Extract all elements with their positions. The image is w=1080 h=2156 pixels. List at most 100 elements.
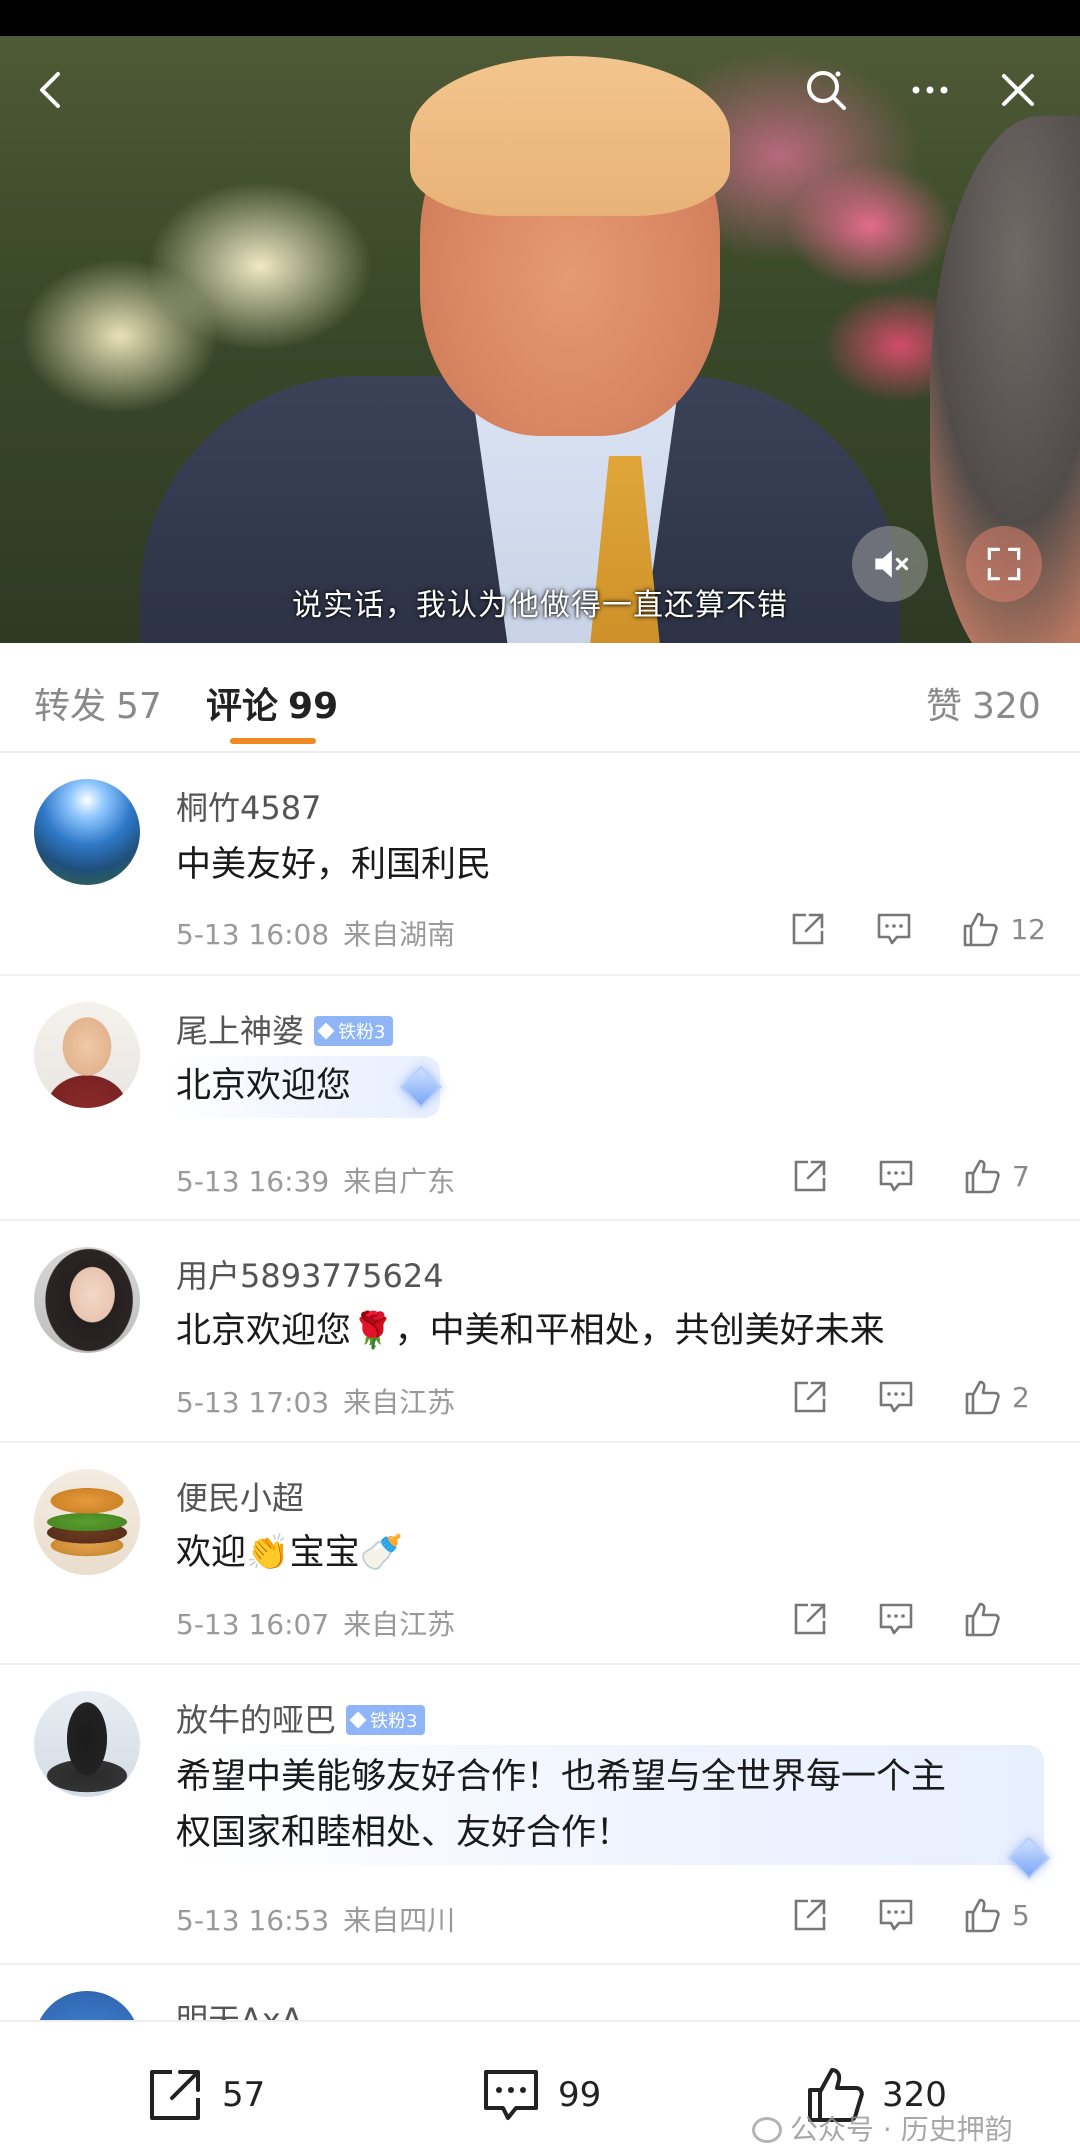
video-subtitle: 说实话，我认为他做得一直还算不错 <box>292 588 788 623</box>
tab-comments-label: 评论 <box>206 686 279 727</box>
watermark-text: 公众号 · 历史押韵 <box>790 2113 1013 2146</box>
reply-button[interactable] <box>876 1895 916 1935</box>
avatar[interactable] <box>34 779 140 885</box>
comment-username[interactable]: 用户5893775624 <box>176 1251 444 1297</box>
comment-icon <box>879 1603 913 1635</box>
comment-username[interactable]: 放牛的哑巴 铁粉3 <box>176 1695 426 1741</box>
active-tab-indicator <box>230 738 316 744</box>
reply-button[interactable] <box>876 1377 916 1417</box>
back-icon <box>40 72 60 108</box>
repost-count: 57 <box>222 2075 266 2115</box>
comment-meta: 5-13 16:39 来自广东 <box>176 1160 455 1200</box>
thumbs-up-icon <box>964 912 999 947</box>
tab-comments-count: 99 <box>288 686 339 727</box>
comment-time: 5-13 16:08 <box>176 918 330 951</box>
reply-button[interactable] <box>876 1599 916 1639</box>
comment-actions: 2 <box>744 1377 1046 1417</box>
close-button[interactable] <box>988 60 1048 120</box>
tab-reposts-label: 转发 <box>34 686 107 727</box>
comment-time: 5-13 16:07 <box>176 1608 330 1641</box>
comment-item[interactable]: 尾上神婆 铁粉3 北京欢迎您 5-13 16:39 来自广东 7 <box>0 976 1080 1221</box>
more-icon <box>912 86 948 94</box>
comment-username[interactable]: 便民小超 <box>176 1473 304 1519</box>
thumbs-up-icon <box>965 1602 1000 1637</box>
comment-location: 来自四川 <box>343 1904 456 1937</box>
back-button[interactable] <box>22 60 82 120</box>
share-icon <box>794 1160 826 1192</box>
comment-location: 来自江苏 <box>343 1386 456 1419</box>
fan-badge: 铁粉3 <box>346 1705 426 1735</box>
like-button[interactable] <box>962 1895 1002 1935</box>
comment-icon <box>484 2070 538 2120</box>
tab-reposts-count: 57 <box>116 686 162 727</box>
comment-actions: 5 <box>744 1895 1046 1935</box>
tab-comments[interactable]: 评论 99 <box>206 677 338 729</box>
comment-item[interactable]: 用户5893775624 北京欢迎您🌹，中美和平相处，共创美好未来 5-13 1… <box>0 1221 1080 1443</box>
comment-text-line: 希望中美能够友好合作！也希望与全世界每一个主 <box>176 1757 947 1797</box>
comment-button[interactable]: 99 <box>478 2062 601 2128</box>
repost-button[interactable]: 57 <box>142 2062 265 2128</box>
comment-username[interactable]: 桐竹4587 <box>176 783 321 829</box>
comment-username-text: 尾上神婆 <box>176 1012 305 1050</box>
tab-likes[interactable]: 赞 320 <box>926 677 1041 729</box>
diamond-icon <box>317 1022 335 1040</box>
comment-actions: 7 <box>744 1156 1046 1196</box>
share-button[interactable] <box>790 1895 830 1935</box>
tab-reposts[interactable]: 转发 57 <box>34 677 162 729</box>
like-count: 7 <box>1012 1159 1030 1193</box>
share-button[interactable] <box>790 1377 830 1417</box>
bottom-action-bar: 57 99 320 公众号 · 历史押韵 <box>0 2020 1080 2156</box>
share-icon <box>794 1381 826 1413</box>
thumbs-up-icon <box>965 1380 1000 1415</box>
avatar[interactable] <box>34 1691 140 1797</box>
like-button[interactable] <box>962 1156 1002 1196</box>
share-button[interactable] <box>788 909 828 949</box>
share-icon <box>794 1899 826 1931</box>
tab-likes-label: 赞 <box>926 686 963 727</box>
thumbs-up-icon <box>965 1898 1000 1933</box>
comment-item[interactable]: 桐竹4587 中美友好，利国利民 5-13 16:08 来自湖南 12 <box>0 753 1080 976</box>
tab-likes-count: 320 <box>972 686 1041 727</box>
fan-badge-label: 铁粉3 <box>370 1711 418 1732</box>
share-button[interactable] <box>790 1599 830 1639</box>
comment-meta: 5-13 16:53 来自四川 <box>176 1899 455 1939</box>
status-bar <box>0 0 1080 36</box>
comment-text: 欢迎👏宝宝🍼 <box>176 1533 404 1573</box>
video-figure-hair <box>410 56 730 216</box>
comment-time: 5-13 17:03 <box>176 1386 330 1419</box>
comment-meta: 5-13 16:08 来自湖南 <box>176 913 455 953</box>
more-button[interactable] <box>900 60 960 120</box>
avatar[interactable] <box>34 1469 140 1575</box>
search-button[interactable] <box>796 60 856 120</box>
share-button[interactable] <box>790 1156 830 1196</box>
reply-button[interactable] <box>874 909 914 949</box>
comment-item[interactable]: 放牛的哑巴 铁粉3 希望中美能够友好合作！也希望与全世界每一个主 权国家和睦相处、… <box>0 1665 1080 1965</box>
comment-location: 来自广东 <box>343 1165 456 1198</box>
share-icon <box>150 2070 200 2120</box>
like-button[interactable] <box>962 1377 1002 1417</box>
comment-count: 99 <box>558 2075 602 2115</box>
like-button[interactable] <box>960 909 1000 949</box>
like-button[interactable] <box>962 1599 1002 1639</box>
fan-badge-label: 铁粉3 <box>338 1022 386 1043</box>
comment-time: 5-13 16:53 <box>176 1904 330 1937</box>
comment-time: 5-13 16:39 <box>176 1165 330 1198</box>
avatar[interactable] <box>34 1247 140 1353</box>
like-count: 2 <box>1012 1380 1030 1414</box>
close-icon <box>1002 74 1034 106</box>
like-count: 12 <box>1010 912 1046 946</box>
comment-item[interactable]: 便民小超 欢迎👏宝宝🍼 5-13 16:07 来自江苏 <box>0 1443 1080 1665</box>
comment-list: 桐竹4587 中美友好，利国利民 5-13 16:08 来自湖南 12 尾上神婆铁… <box>0 753 1080 2097</box>
avatar[interactable] <box>34 1002 140 1108</box>
thumbs-up-icon <box>965 1159 1000 1194</box>
diamond-icon <box>349 1711 367 1729</box>
like-count: 5 <box>1012 1898 1030 1932</box>
comment-meta: 5-13 16:07 来自江苏 <box>176 1603 455 1643</box>
comment-icon <box>879 1899 913 1931</box>
comment-location: 来自湖南 <box>343 918 456 951</box>
wechat-icon <box>752 2117 782 2143</box>
comment-username[interactable]: 尾上神婆 铁粉3 <box>176 1006 394 1052</box>
reply-button[interactable] <box>876 1156 916 1196</box>
comment-text: 中美友好，利国利民 <box>176 845 492 885</box>
watermark: 公众号 · 历史押韵 <box>752 2108 1013 2148</box>
